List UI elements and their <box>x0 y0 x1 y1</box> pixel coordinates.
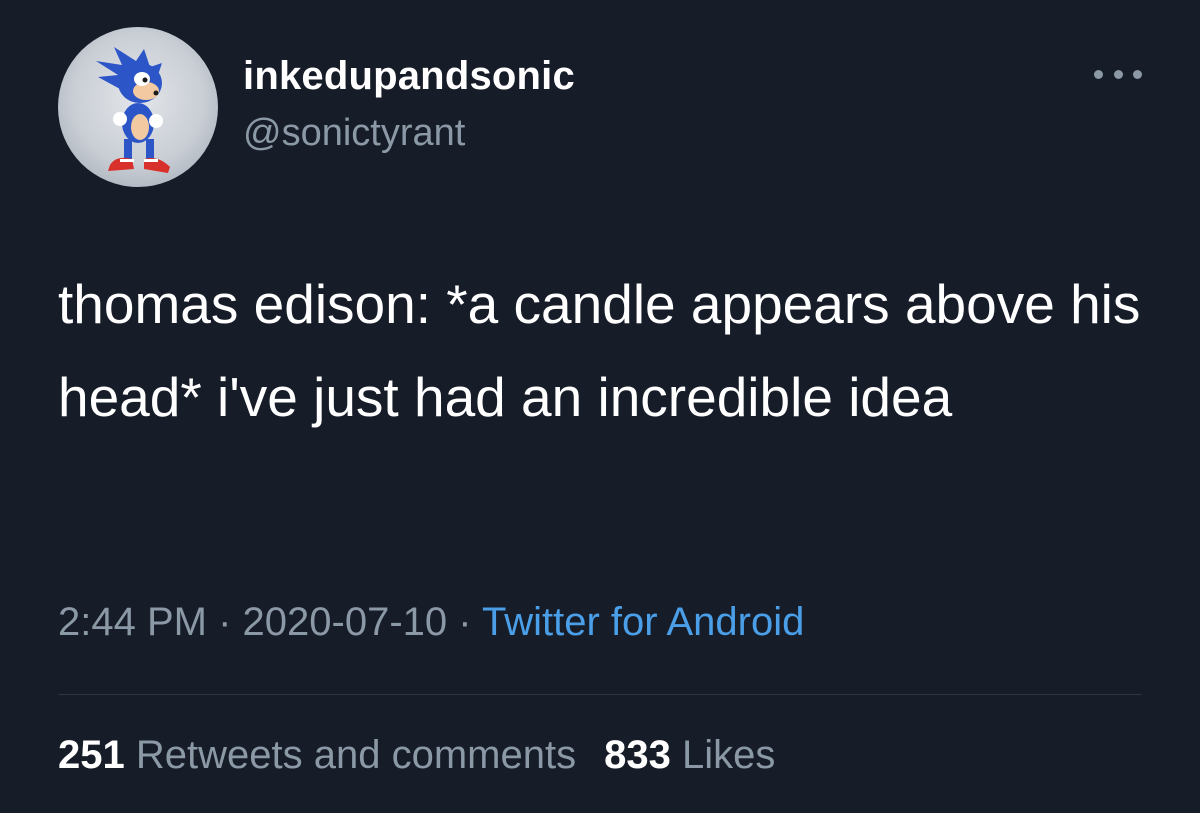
separator: · <box>458 600 472 644</box>
tweet-date[interactable]: 2020-07-10 <box>243 600 448 644</box>
sonic-avatar-icon <box>96 47 170 173</box>
dot <box>1094 69 1103 79</box>
dot <box>1113 69 1123 79</box>
separator: · <box>218 600 232 644</box>
source-link[interactable]: Twitter for Android <box>482 600 804 644</box>
divider <box>58 694 1142 695</box>
display-name[interactable]: inkedupandsonic <box>243 54 575 99</box>
retweets-count: 251 <box>58 733 125 777</box>
more-dots-icon[interactable] <box>1094 62 1142 86</box>
avatar[interactable] <box>58 27 218 187</box>
tweet-time[interactable]: 2:44 PM <box>58 600 207 644</box>
tweet-stats: 251 Retweets and comments 833 Likes <box>58 733 775 778</box>
user-handle[interactable]: @sonictyrant <box>243 112 465 155</box>
dot <box>1133 69 1142 79</box>
tweet-text: thomas edison: *a candle appears above h… <box>58 273 1141 428</box>
likes-count: 833 <box>604 733 671 777</box>
tweet-meta: 2:44 PM · 2020-07-10 · Twitter for Andro… <box>58 600 804 645</box>
tweet-card: inkedupandsonic @sonictyrant thomas edis… <box>0 0 1200 813</box>
likes-label: Likes <box>681 733 776 777</box>
retweets-stat[interactable]: 251 Retweets and comments <box>58 733 576 777</box>
likes-stat[interactable]: 833 Likes <box>604 733 775 777</box>
retweets-label: Retweets and comments <box>135 733 577 777</box>
